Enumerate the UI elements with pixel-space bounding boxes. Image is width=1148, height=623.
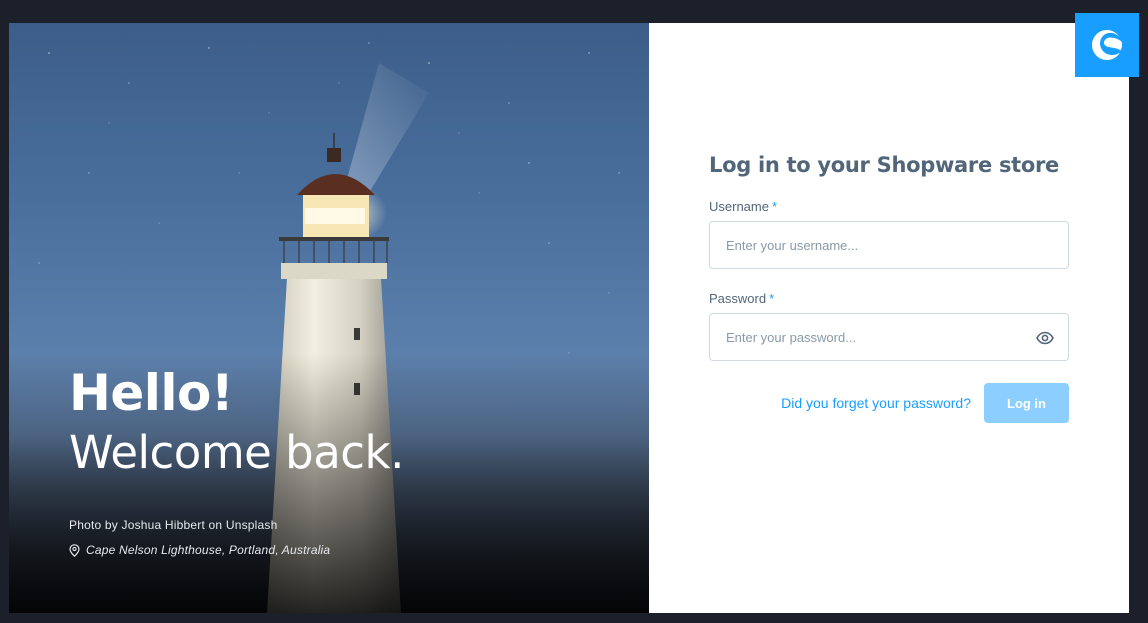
password-input[interactable]	[710, 314, 1068, 360]
login-panel: Log in to your Shopware store Username * …	[649, 13, 1139, 613]
map-pin-icon	[69, 543, 80, 557]
password-required-marker: *	[769, 291, 775, 306]
username-input[interactable]	[710, 222, 1068, 268]
welcome-back-heading: Welcome back.	[69, 426, 404, 479]
login-title: Log in to your Shopware store	[709, 153, 1060, 177]
hero-image-panel: Hello! Welcome back. Photo by Joshua Hib…	[9, 23, 649, 613]
hello-heading: Hello!	[69, 364, 234, 422]
login-frame: Hello! Welcome back. Photo by Joshua Hib…	[9, 13, 1139, 613]
photo-location: Cape Nelson Lighthouse, Portland, Austra…	[69, 543, 330, 557]
username-field-wrapper	[709, 221, 1069, 269]
photo-credit: Photo by Joshua Hibbert on Unsplash	[69, 518, 278, 532]
username-required-marker: *	[771, 199, 778, 214]
username-label-text: Username	[709, 199, 769, 214]
password-label: Password *	[709, 291, 1069, 306]
forgot-password-link[interactable]: Did you forget your password?	[781, 395, 971, 411]
eye-icon[interactable]	[1036, 330, 1054, 346]
login-actions: Did you forget your password? Log in	[709, 383, 1069, 423]
login-button[interactable]: Log in	[984, 383, 1069, 423]
username-label: Username *	[709, 199, 1069, 214]
shopware-logo-icon	[1092, 30, 1122, 60]
password-label-text: Password	[709, 291, 767, 306]
hero-headline: Hello! Welcome back.	[69, 363, 404, 483]
login-form: Log in to your Shopware store Username * …	[709, 153, 1069, 423]
shopware-logo	[1075, 13, 1139, 77]
password-field-wrapper	[709, 313, 1069, 361]
photo-location-text: Cape Nelson Lighthouse, Portland, Austra…	[86, 543, 331, 557]
